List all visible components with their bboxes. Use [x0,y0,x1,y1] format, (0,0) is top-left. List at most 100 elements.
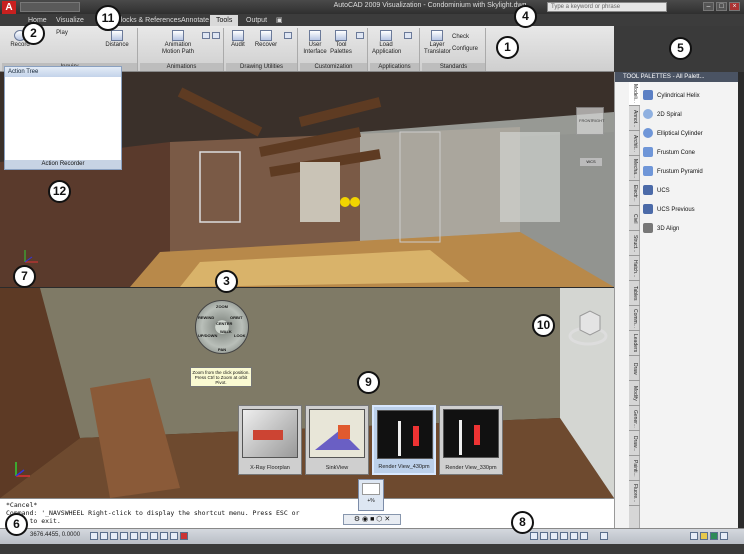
palette-item-ucs-previous[interactable]: UCS Previous [643,203,737,217]
palette-tab[interactable]: Civil [629,207,640,231]
lock-icon[interactable] [700,532,708,540]
palette-tab[interactable]: Annot... [629,107,640,131]
polar-icon[interactable] [120,532,128,540]
viewcube-top[interactable]: FRONT RIGHT [576,107,604,135]
wcs-menu[interactable]: WCS [580,158,602,166]
purge-icon[interactable] [284,32,292,39]
palette-tab[interactable]: Draw [629,357,640,381]
dyn-icon[interactable] [160,532,168,540]
palette-tab[interactable]: Draw... [629,432,640,456]
ducs-icon[interactable] [150,532,158,540]
palette-tab[interactable]: Mecha... [629,157,640,181]
callout-badge: 5 [669,37,692,60]
tab-output[interactable]: Output [240,15,273,26]
view-thumbnail[interactable]: Render View_330pm [439,405,503,475]
panel-label-applications: Applications [370,63,419,71]
palette-item-3d-align[interactable]: 3D Align [643,222,737,236]
ucs-icon [643,185,653,196]
showmotion-icon[interactable] [580,532,588,540]
grid-icon[interactable] [100,532,108,540]
palette-tab[interactable]: Archit... [629,132,640,156]
light-icon[interactable] [212,32,220,39]
camera-path-icon [172,30,184,41]
sinkview-preview [309,409,365,458]
palette-item-ucs[interactable]: UCS [643,184,737,198]
load-application-button[interactable]: Load Application [372,30,401,56]
palette-item-frustum-pyramid[interactable]: Frustum Pyramid [643,165,737,179]
tool-palettes[interactable]: TOOL PALETTES - All Palett... Modeli... … [614,72,738,538]
check-button[interactable]: Check [452,34,484,41]
palette-tab[interactable]: Tables [629,282,640,306]
close-button[interactable]: × [729,2,740,11]
tray-settings-icon[interactable] [710,532,718,540]
palette-tab[interactable]: Modeli... [629,82,640,106]
minimize-button[interactable]: – [703,2,714,11]
palette-tab[interactable]: Electr... [629,182,640,206]
render-view-330pm-preview [443,409,499,458]
palette-tab[interactable]: Comm... [629,307,640,331]
audit-button[interactable]: Audit [228,30,248,49]
ortho-icon[interactable] [110,532,118,540]
recover-icon [260,30,272,41]
snap-icon[interactable] [90,532,98,540]
palette-tab[interactable]: Modify [629,382,640,406]
palette-item-elliptical-cylinder[interactable]: Elliptical Cylinder [643,127,737,141]
tab-tools[interactable]: Tools [210,15,239,26]
layout-thumbnail-preview[interactable]: +% [358,479,384,511]
callout-badge: 11 [95,5,121,31]
application-menu-button[interactable]: A [2,1,16,15]
view-thumbnail[interactable]: Render View_430pm [372,405,436,475]
steeringwheel-icon[interactable] [570,532,578,540]
ruler-icon [111,30,123,41]
steering-wheel[interactable]: ZOOM ORBIT PAN REWIND CENTER WALK LOOK U… [195,300,249,354]
maximize-button[interactable]: □ [716,2,727,11]
cone-icon [643,147,653,158]
user-interface-button[interactable]: User Interface [302,30,328,56]
palette-tab[interactable]: Leaders [629,332,640,356]
lineweight-icon[interactable] [170,532,178,540]
workspace-icon[interactable] [356,32,364,39]
recover-button[interactable]: Recover [252,30,280,49]
zoom-icon[interactable] [560,532,568,540]
palette-item-cylindrical-helix[interactable]: Cylindrical Helix [643,89,737,103]
palette-tab[interactable]: Painti... [629,457,640,481]
view-thumbnail[interactable]: X-Ray Floorplan [238,405,302,475]
panel-label-drawing-utilities: Drawing Utilities [226,63,297,71]
tab-visualize[interactable]: Visualize [50,15,90,26]
animation-motion-path-button[interactable]: Animation Motion Path [158,30,198,56]
panel-customization: User Interface Tool Palettes Customizati… [300,28,368,71]
palette-tab[interactable]: Gener... [629,407,640,431]
viewcube-bottom[interactable] [568,308,608,348]
spiral-icon [643,109,653,120]
palette-item-frustum-cone[interactable]: Frustum Cone [643,146,737,160]
quick-access-toolbar[interactable] [20,2,80,12]
palette-tab[interactable]: Hatch... [629,257,640,281]
tool-palettes-button[interactable]: Tool Palettes [328,30,354,56]
palette-tab[interactable]: Fluore... [629,482,640,506]
palette-item-2d-spiral[interactable]: 2D Spiral [643,108,737,122]
otrack-icon[interactable] [140,532,148,540]
layer-translator-button[interactable]: Layer Translator [424,30,451,56]
clean-screen-icon[interactable] [720,532,728,540]
annotation-scale-icon[interactable] [600,532,608,540]
action-tree-panel[interactable]: Action Tree Action Recorder [4,66,122,170]
play-button[interactable]: Play [52,30,72,37]
action-tree-header: Action Tree [5,67,121,77]
tool-palettes-header: TOOL PALETTES - All Palett... [615,72,738,82]
view-thumbnail[interactable]: SinkView [305,405,369,475]
configure-button[interactable]: Configure [452,46,484,53]
xray-floorplan-preview [242,409,298,458]
search-input[interactable]: Type a keyword or phrase [547,2,667,12]
workspace-switch-icon[interactable] [690,532,698,540]
qp-icon[interactable] [180,532,188,540]
model-icon[interactable] [530,532,538,540]
layout-icon[interactable] [540,532,548,540]
vba-icon[interactable] [404,32,412,39]
pan-icon[interactable] [550,532,558,540]
tab-extra[interactable]: ▣ [270,15,289,26]
layout-preview-toolbar[interactable]: ⚙ ◉ ■ ⬡ ✕ [343,514,401,525]
distance-button[interactable]: Distance [102,30,132,49]
palette-tab[interactable]: Struct... [629,232,640,256]
camera-icon[interactable] [202,32,210,39]
osnap-icon[interactable] [130,532,138,540]
